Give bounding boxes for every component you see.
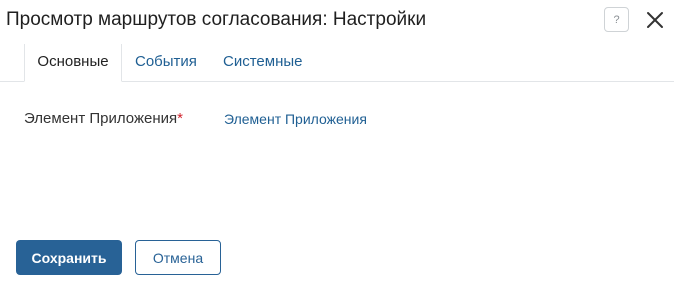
dialog-title: Просмотр маршрутов согласования: Настрой… bbox=[6, 9, 427, 30]
save-button[interactable]: Сохранить bbox=[16, 240, 122, 275]
help-button[interactable]: ? bbox=[604, 7, 629, 32]
app-element-field-label: Элемент Приложения* bbox=[24, 109, 183, 129]
tab-system[interactable]: Системные bbox=[223, 44, 302, 82]
cancel-button[interactable]: Отмена bbox=[135, 240, 221, 275]
close-icon bbox=[647, 12, 663, 28]
tab-main[interactable]: Основные bbox=[24, 44, 122, 82]
required-mark: * bbox=[177, 110, 183, 127]
help-icon: ? bbox=[613, 13, 620, 26]
tab-events[interactable]: События bbox=[135, 44, 197, 82]
field-label-text: Элемент Приложения bbox=[24, 110, 178, 127]
settings-dialog: Просмотр маршрутов согласования: Настрой… bbox=[0, 0, 674, 285]
app-element-link[interactable]: Элемент Приложения bbox=[224, 109, 367, 129]
close-button[interactable] bbox=[644, 9, 666, 31]
